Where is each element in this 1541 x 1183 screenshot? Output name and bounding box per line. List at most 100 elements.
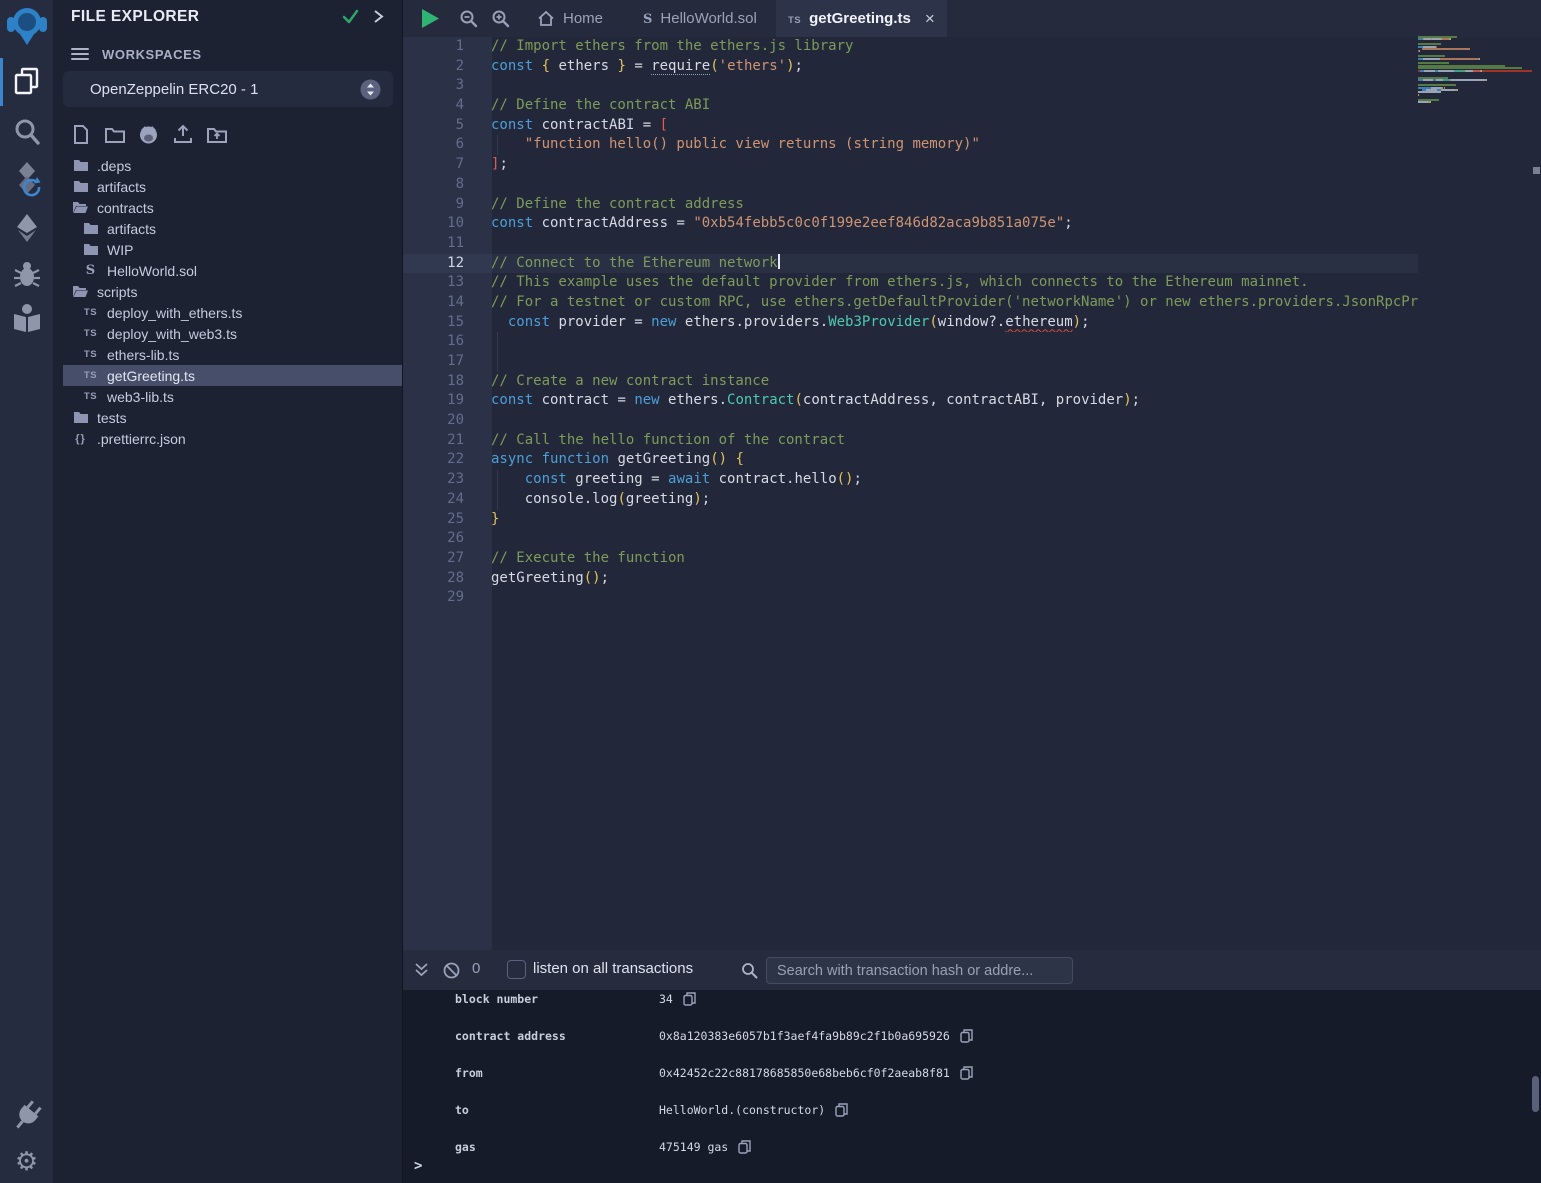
workspaces-menu-icon[interactable] <box>71 45 89 63</box>
code-line-1[interactable]: 1// Import ethers from the ethers.js lib… <box>403 37 1418 57</box>
code-line-17[interactable]: 17 <box>403 352 1418 372</box>
line-number[interactable]: 10 <box>403 214 464 234</box>
code-line-26[interactable]: 26 <box>403 529 1418 549</box>
tab-home[interactable]: Home <box>525 0 615 37</box>
terminal-scrollbar-thumb[interactable] <box>1532 1076 1539 1112</box>
code-line-25[interactable]: 25} <box>403 510 1418 530</box>
upload-file-icon[interactable] <box>170 122 195 146</box>
line-number[interactable]: 21 <box>403 431 464 451</box>
line-number[interactable]: 13 <box>403 273 464 293</box>
clear-console-icon[interactable] <box>443 962 460 979</box>
settings-icon[interactable]: ⚙ <box>0 1148 53 1174</box>
code-line-4[interactable]: 4// Define the contract ABI <box>403 96 1418 116</box>
deploy-and-run-icon[interactable] <box>0 212 53 244</box>
terminal-collapse-icon[interactable] <box>413 962 430 978</box>
tree-item--deps[interactable]: .deps <box>63 155 402 176</box>
tab-getgreeting-ts[interactable]: TSgetGreeting.ts× <box>776 0 947 37</box>
line-number[interactable]: 28 <box>403 569 464 589</box>
chevron-right-icon[interactable] <box>371 8 385 25</box>
solidity-compiler-icon[interactable] <box>0 160 53 204</box>
code-line-10[interactable]: 10const contractAddress = "0xb54febb5c0c… <box>403 214 1418 234</box>
tree-item-artifacts[interactable]: artifacts <box>63 176 402 197</box>
copy-icon[interactable] <box>683 992 696 1006</box>
code-line-12[interactable]: 12// Connect to the Ethereum network <box>403 254 1418 274</box>
code-line-16[interactable]: 16 <box>403 332 1418 352</box>
code-line-9[interactable]: 9// Define the contract address <box>403 195 1418 215</box>
line-number[interactable]: 17 <box>403 352 464 372</box>
line-number[interactable]: 20 <box>403 411 464 431</box>
tree-item-contracts[interactable]: contracts <box>63 197 402 218</box>
line-number[interactable]: 25 <box>403 510 464 530</box>
tab-helloworld-sol[interactable]: SHelloWorld.sol <box>631 0 769 37</box>
code-line-23[interactable]: 23 const greeting = await contract.hello… <box>403 470 1418 490</box>
line-number[interactable]: 12 <box>403 254 464 274</box>
workspace-selector[interactable]: OpenZeppelin ERC20 - 1 <box>63 71 393 107</box>
code-line-20[interactable]: 20 <box>403 411 1418 431</box>
tree-item-deploy-with-ethers-ts[interactable]: TSdeploy_with_ethers.ts <box>63 302 402 323</box>
file-explorer-icon[interactable] <box>0 64 53 98</box>
line-number[interactable]: 26 <box>403 529 464 549</box>
code-line-6[interactable]: 6 "function hello() public view returns … <box>403 135 1418 155</box>
new-folder-icon[interactable] <box>102 122 127 146</box>
tree-item-scripts[interactable]: scripts <box>63 281 402 302</box>
copy-icon[interactable] <box>835 1103 848 1117</box>
plugin-manager-icon[interactable] <box>0 1098 53 1134</box>
line-number[interactable]: 9 <box>403 195 464 215</box>
tree-item-wip[interactable]: WIP <box>63 239 402 260</box>
learneth-icon[interactable] <box>0 302 53 334</box>
close-tab-icon[interactable]: × <box>925 10 935 27</box>
line-number[interactable]: 6 <box>403 135 464 155</box>
code-line-19[interactable]: 19const contract = new ethers.Contract(c… <box>403 391 1418 411</box>
code-line-18[interactable]: 18// Create a new contract instance <box>403 372 1418 392</box>
code-line-22[interactable]: 22async function getGreeting() { <box>403 450 1418 470</box>
line-number[interactable]: 2 <box>403 57 464 77</box>
line-number[interactable]: 5 <box>403 116 464 136</box>
line-number[interactable]: 23 <box>403 470 464 490</box>
line-number[interactable]: 4 <box>403 96 464 116</box>
zoom-out-icon[interactable] <box>459 9 478 28</box>
copy-icon[interactable] <box>738 1140 751 1154</box>
tree-item-tests[interactable]: tests <box>63 407 402 428</box>
line-number[interactable]: 15 <box>403 313 464 333</box>
tree-item-getgreeting-ts[interactable]: TSgetGreeting.ts <box>63 365 402 386</box>
minimap[interactable] <box>1418 36 1532 156</box>
code-line-21[interactable]: 21// Call the hello function of the cont… <box>403 431 1418 451</box>
line-number[interactable]: 1 <box>403 37 464 57</box>
copy-icon[interactable] <box>960 1066 973 1080</box>
line-number[interactable]: 27 <box>403 549 464 569</box>
tree-item-helloworld-sol[interactable]: SHelloWorld.sol <box>63 260 402 281</box>
code-line-3[interactable]: 3 <box>403 76 1418 96</box>
code-line-29[interactable]: 29 <box>403 588 1418 608</box>
line-number[interactable]: 16 <box>403 332 464 352</box>
new-file-icon[interactable] <box>68 122 93 146</box>
zoom-in-icon[interactable] <box>491 9 510 28</box>
code-line-15[interactable]: 15 const provider = new ethers.providers… <box>403 313 1418 333</box>
clone-github-icon[interactable] <box>136 122 161 146</box>
line-number[interactable]: 8 <box>403 175 464 195</box>
code-line-11[interactable]: 11 <box>403 234 1418 254</box>
line-number[interactable]: 24 <box>403 490 464 510</box>
tree-item-deploy-with-web3-ts[interactable]: TSdeploy_with_web3.ts <box>63 323 402 344</box>
line-number[interactable]: 18 <box>403 372 464 392</box>
code-line-28[interactable]: 28getGreeting(); <box>403 569 1418 589</box>
code-line-27[interactable]: 27// Execute the function <box>403 549 1418 569</box>
line-number[interactable]: 3 <box>403 76 464 96</box>
listen-checkbox[interactable] <box>507 960 526 979</box>
run-script-button[interactable] <box>419 7 441 30</box>
tree-item--prettierrc-json[interactable]: {}.prettierrc.json <box>63 428 402 449</box>
transaction-search-input[interactable] <box>766 957 1073 984</box>
tree-item-web3-lib-ts[interactable]: TSweb3-lib.ts <box>63 386 402 407</box>
code-line-8[interactable]: 8 <box>403 175 1418 195</box>
code-line-24[interactable]: 24 console.log(greeting); <box>403 490 1418 510</box>
code-line-14[interactable]: 14// For a testnet or custom RPC, use et… <box>403 293 1418 313</box>
overview-ruler-marker[interactable] <box>1533 167 1540 174</box>
line-number[interactable]: 7 <box>403 155 464 175</box>
copy-icon[interactable] <box>960 1029 973 1043</box>
line-number[interactable]: 11 <box>403 234 464 254</box>
tree-item-ethers-lib-ts[interactable]: TSethers-lib.ts <box>63 344 402 365</box>
upload-folder-icon[interactable] <box>204 122 229 146</box>
code-viewport[interactable]: 1// Import ethers from the ethers.js lib… <box>403 37 1418 950</box>
code-line-5[interactable]: 5const contractABI = [ <box>403 116 1418 136</box>
search-icon[interactable] <box>0 116 53 148</box>
line-number[interactable]: 19 <box>403 391 464 411</box>
